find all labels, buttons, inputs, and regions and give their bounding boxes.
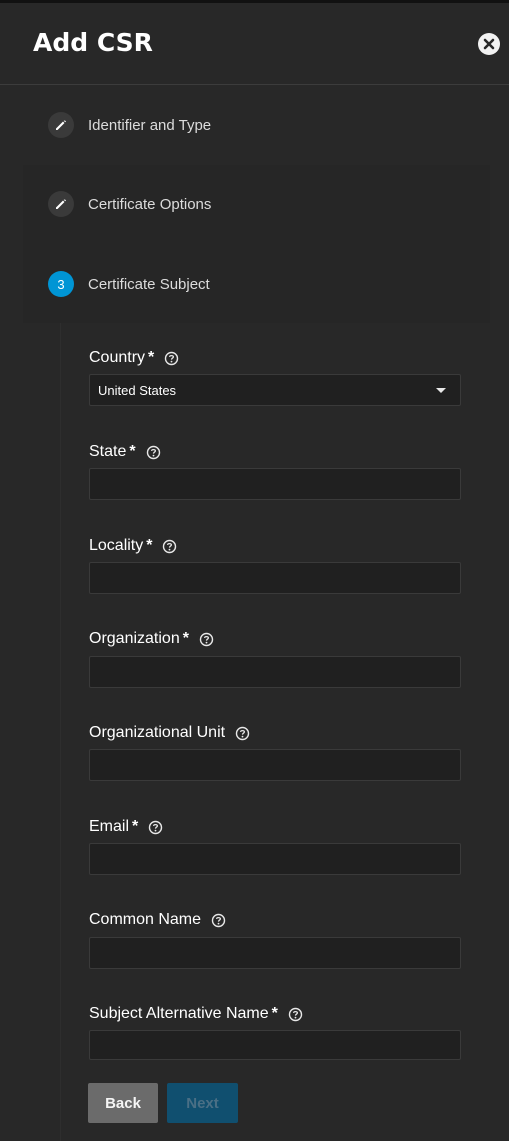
san-input[interactable] (89, 1030, 461, 1060)
help-icon[interactable] (146, 445, 161, 460)
step-2-label[interactable]: Certificate Options (88, 196, 211, 213)
required-marker: * (132, 818, 139, 835)
next-button[interactable]: Next (167, 1083, 238, 1123)
required-marker: * (271, 1005, 278, 1022)
dialog-header: Add CSR (0, 3, 509, 85)
organization-label: Organization * (89, 630, 214, 648)
close-button[interactable] (478, 33, 500, 55)
email-input[interactable] (89, 843, 461, 875)
close-icon (483, 38, 495, 50)
email-label-text: Email (89, 818, 130, 835)
common-name-label-text: Common Name (89, 911, 202, 928)
step-1-indicator[interactable] (48, 112, 74, 138)
state-input[interactable] (89, 468, 461, 500)
chevron-down-icon (436, 387, 446, 393)
active-step-panel (23, 165, 490, 323)
org-unit-label-text: Organizational Unit (89, 724, 226, 741)
org-unit-input[interactable] (89, 749, 461, 781)
step-3-indicator[interactable]: 3 (48, 271, 74, 297)
pencil-icon (56, 120, 66, 130)
help-icon[interactable] (148, 820, 163, 835)
country-label: Country * (89, 349, 179, 367)
required-marker: * (146, 537, 153, 554)
san-label-text: Subject Alternative Name (89, 1005, 269, 1022)
organization-input[interactable] (89, 656, 461, 688)
state-label: State * (89, 443, 161, 461)
locality-label: Locality * (89, 537, 177, 555)
country-select[interactable]: United States (89, 374, 461, 406)
country-selected-value: United States (98, 382, 177, 398)
dialog-title: Add CSR (33, 28, 153, 57)
required-marker: * (182, 630, 189, 647)
common-name-input[interactable] (89, 937, 461, 969)
locality-label-text: Locality (89, 537, 144, 554)
step-1-label[interactable]: Identifier and Type (88, 117, 211, 134)
help-icon[interactable] (162, 539, 177, 554)
help-icon[interactable] (164, 351, 179, 366)
state-label-text: State (89, 443, 127, 460)
help-icon[interactable] (288, 1007, 303, 1022)
help-icon[interactable] (199, 632, 214, 647)
back-button[interactable]: Back (88, 1083, 158, 1123)
required-marker: * (148, 349, 155, 366)
required-marker: * (129, 443, 136, 460)
common-name-label: Common Name (89, 911, 226, 929)
step-3-label[interactable]: Certificate Subject (88, 276, 210, 293)
org-unit-label: Organizational Unit (89, 724, 250, 742)
pencil-icon (56, 199, 66, 209)
organization-label-text: Organization (89, 630, 180, 647)
locality-input[interactable] (89, 562, 461, 594)
email-label: Email * (89, 818, 163, 836)
san-label: Subject Alternative Name * (89, 1005, 303, 1023)
step-2-indicator[interactable] (48, 191, 74, 217)
country-label-text: Country (89, 349, 146, 366)
help-icon[interactable] (211, 913, 226, 928)
step-connector-line (60, 323, 61, 1141)
help-icon[interactable] (235, 726, 250, 741)
